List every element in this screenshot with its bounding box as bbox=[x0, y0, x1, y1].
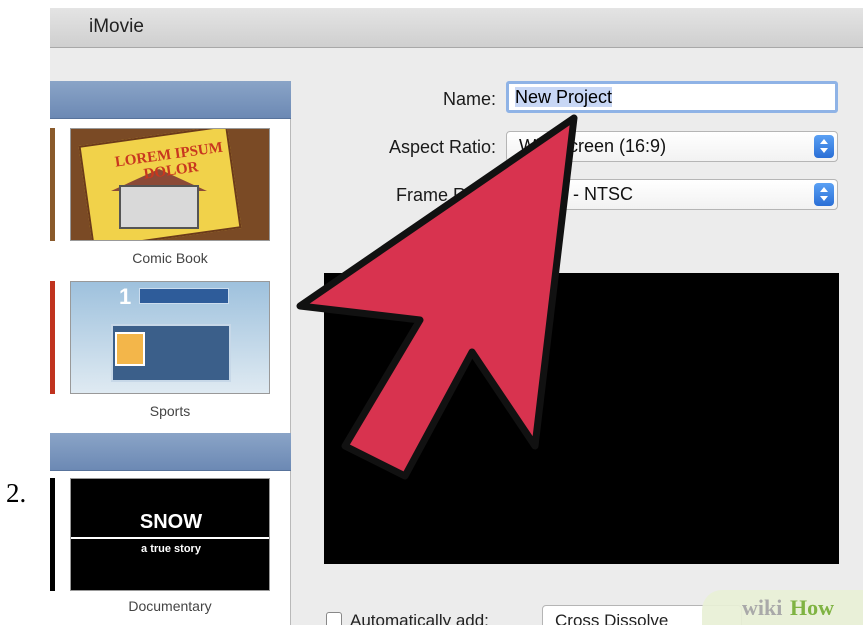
doc-thumb-title: SNOW bbox=[139, 511, 203, 533]
theme-label-documentary: Documentary bbox=[128, 598, 212, 614]
doc-thumb-subtitle: a true story bbox=[141, 543, 201, 555]
theme-group-header bbox=[50, 433, 291, 471]
auto-add-label: Automatically add: bbox=[350, 611, 489, 625]
theme-browser: LOREM IPSUM DOLOR Comic Book 1 Sports SN… bbox=[50, 81, 291, 625]
theme-preview bbox=[324, 273, 839, 564]
chevron-updown-icon bbox=[814, 183, 834, 206]
chevron-updown-icon bbox=[814, 135, 834, 158]
theme-thumb-partial[interactable] bbox=[50, 478, 55, 591]
imovie-window: iMovie LOREM IPSUM DOLOR Comic Book 1 Sp… bbox=[50, 8, 863, 625]
name-label: Name: bbox=[442, 89, 496, 109]
auto-add-checkbox[interactable] bbox=[326, 612, 342, 625]
title-bar: iMovie bbox=[50, 8, 863, 48]
theme-thumb-partial[interactable] bbox=[50, 281, 55, 394]
frame-rate-select[interactable]: 30 fps - NTSC bbox=[506, 179, 838, 210]
theme-thumb-sports[interactable]: 1 bbox=[70, 281, 270, 394]
theme-label-comic-book: Comic Book bbox=[132, 250, 208, 266]
wikihow-watermark: wiki How bbox=[702, 590, 863, 625]
theme-group-header bbox=[50, 81, 291, 119]
project-name-input[interactable]: New Project bbox=[506, 81, 838, 113]
theme-thumb-comic-book[interactable]: LOREM IPSUM DOLOR bbox=[70, 128, 270, 241]
theme-thumb-documentary[interactable]: SNOW a true story bbox=[70, 478, 270, 591]
aspect-ratio-label: Aspect Ratio: bbox=[388, 137, 496, 157]
theme-label-sports: Sports bbox=[149, 403, 191, 419]
aspect-ratio-select[interactable]: Widescreen (16:9) bbox=[506, 131, 838, 162]
app-title: iMovie bbox=[89, 16, 144, 37]
step-number: 2. bbox=[6, 478, 27, 508]
frame-rate-label: Frame Rate: bbox=[395, 185, 496, 205]
theme-thumb-partial[interactable] bbox=[50, 128, 55, 241]
